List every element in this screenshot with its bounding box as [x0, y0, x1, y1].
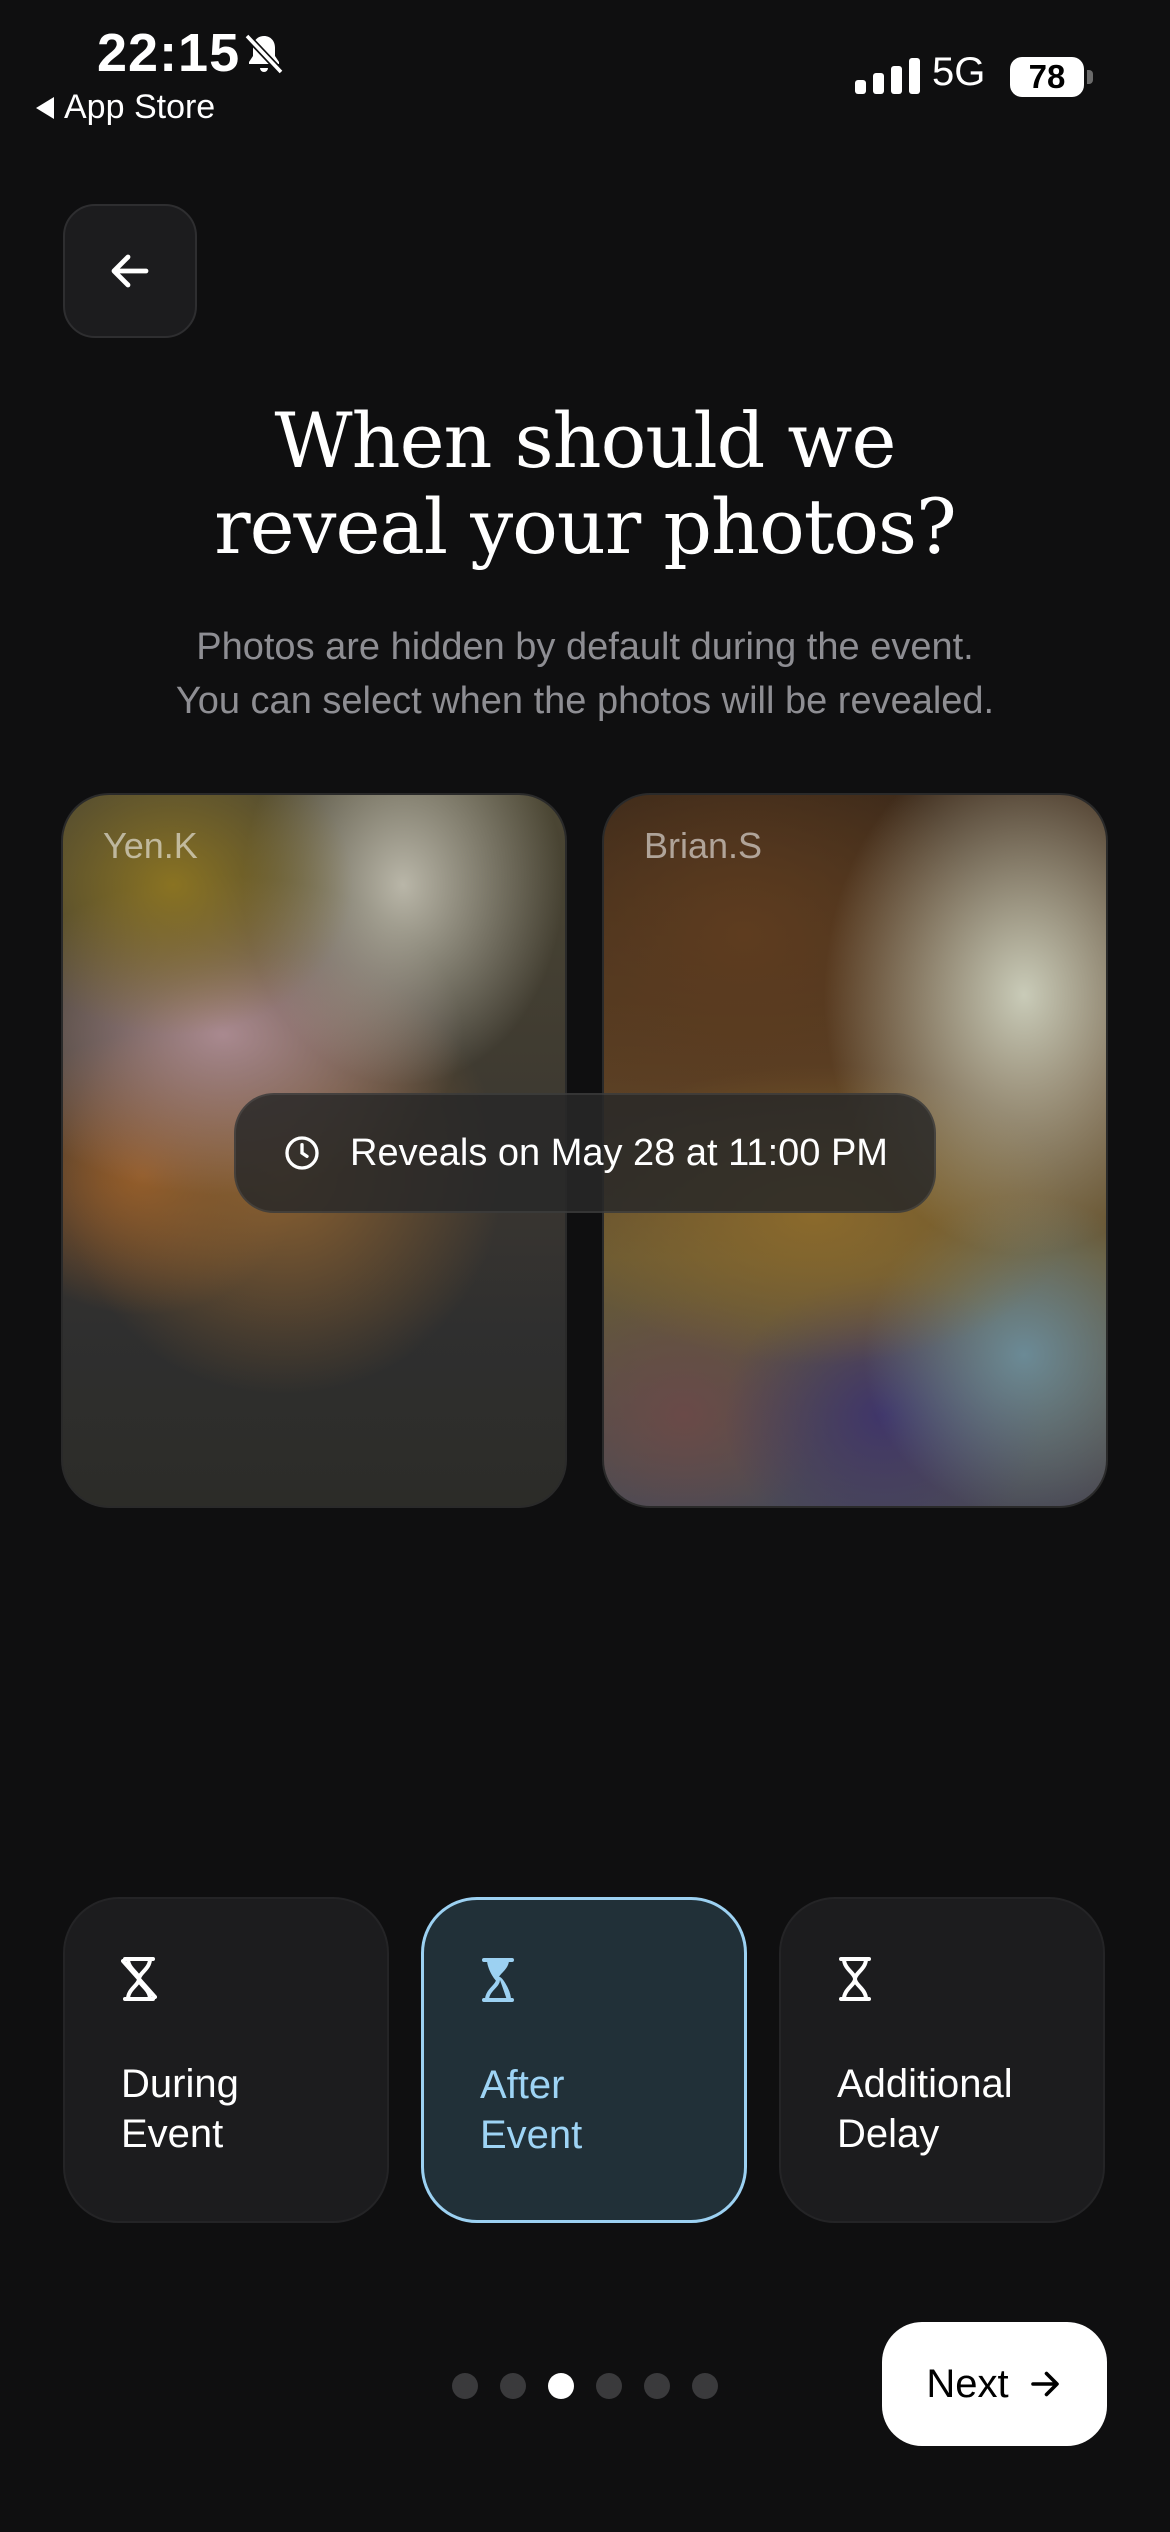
- page-title: When should we reveal your photos?: [0, 398, 1170, 570]
- cellular-signal-icon: [855, 58, 920, 94]
- option-label-line-1: Additional: [837, 2062, 1013, 2106]
- hourglass-crossed-icon: [121, 1957, 157, 2001]
- battery-icon: 78: [1010, 57, 1084, 97]
- back-button[interactable]: [63, 204, 197, 338]
- hourglass-outline-icon: [839, 1957, 871, 2001]
- battery-tip: [1087, 70, 1093, 84]
- page-subtitle: Photos are hidden by default during the …: [0, 620, 1170, 728]
- hourglass-icon: [482, 1958, 514, 2002]
- page-dot: [596, 2373, 622, 2399]
- network-type: 5G: [932, 50, 986, 94]
- page-dot: [692, 2373, 718, 2399]
- back-app-label: App Store: [64, 88, 216, 126]
- option-label: Additional Delay: [837, 2059, 1013, 2159]
- page-dot: [644, 2373, 670, 2399]
- subtitle-line-1: Photos are hidden by default during the …: [196, 626, 974, 668]
- option-label-line-2: Event: [121, 2112, 224, 2156]
- arrow-right-icon: [1030, 2371, 1059, 2397]
- option-label-line-1: After: [480, 2063, 565, 2107]
- option-during-event[interactable]: During Event: [63, 1897, 389, 2223]
- photo-owner-name: Yen.K: [103, 825, 198, 866]
- page-dot: [500, 2373, 526, 2399]
- page-dot-active: [548, 2373, 574, 2399]
- next-button-label: Next: [926, 2361, 1009, 2406]
- pagination-dots: [452, 2373, 718, 2399]
- option-after-event[interactable]: After Event: [421, 1897, 747, 2223]
- back-triangle-icon: [36, 96, 54, 119]
- back-to-app-store[interactable]: App Store: [36, 88, 215, 127]
- bell-slash-icon: [244, 33, 284, 75]
- page-dot: [452, 2373, 478, 2399]
- photo-owner-name: Brian.S: [644, 825, 763, 866]
- option-label-line-1: During: [121, 2062, 239, 2106]
- option-label-line-2: Event: [480, 2113, 583, 2157]
- status-time: 22:15: [97, 23, 241, 83]
- title-line-1: When should we: [274, 396, 897, 485]
- title-line-2: reveal your photos?: [214, 482, 957, 571]
- next-button[interactable]: Next: [882, 2322, 1107, 2446]
- option-label: After Event: [480, 2060, 582, 2160]
- option-label-line-2: Delay: [837, 2112, 940, 2156]
- arrow-left-icon: [111, 254, 149, 288]
- subtitle-line-2: You can select when the photos will be r…: [175, 680, 995, 722]
- clock-icon: [285, 1136, 319, 1170]
- option-additional-delay[interactable]: Additional Delay: [779, 1897, 1105, 2223]
- reveal-time-pill: Reveals on May 28 at 11:00 PM: [234, 1093, 936, 1213]
- battery-level: 78: [1028, 58, 1066, 95]
- option-label: During Event: [121, 2059, 239, 2159]
- reveal-time-text: Reveals on May 28 at 11:00 PM: [350, 1131, 888, 1174]
